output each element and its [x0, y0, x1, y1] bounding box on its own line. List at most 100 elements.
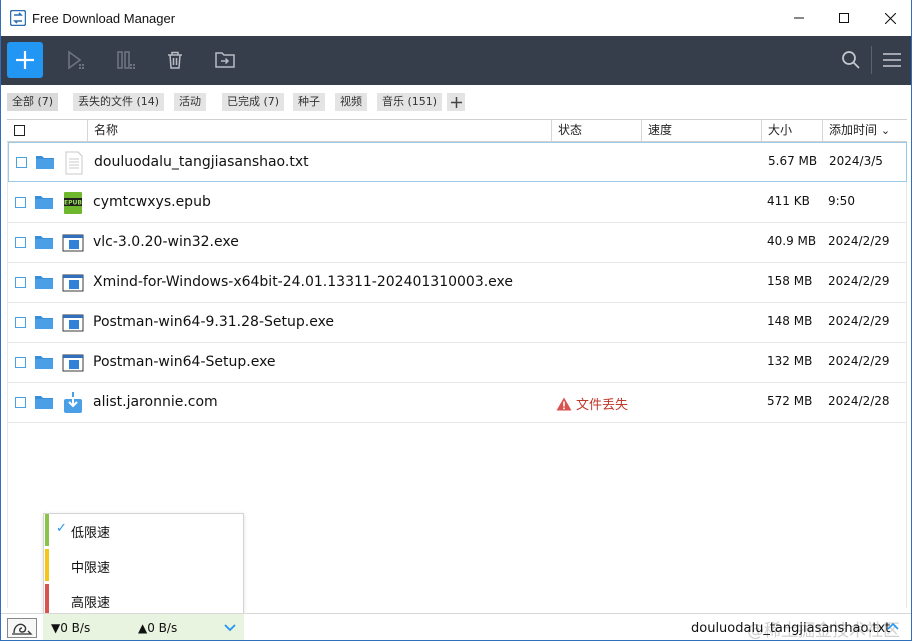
file-name: Postman-win64-9.31.28-Setup.exe	[93, 314, 335, 330]
plus-icon	[450, 96, 462, 108]
title-bar: Free Download Manager	[1, 0, 911, 36]
speed-indicator[interactable]: ▼0 B/s ▲0 B/s	[43, 614, 244, 640]
warning-icon	[556, 397, 572, 410]
speed-limit-high[interactable]: 高限速	[44, 584, 243, 616]
speed-level-indicator	[45, 584, 49, 616]
row-checkbox[interactable]	[15, 317, 26, 328]
open-folder-icon[interactable]	[35, 234, 53, 250]
row-checkbox[interactable]	[15, 397, 26, 408]
tab-torrents[interactable]: 种子	[293, 93, 325, 111]
move-button[interactable]	[207, 42, 243, 78]
app-window: Free Download Manager 全部 (7) 丢失的文件 (14) …	[0, 0, 912, 641]
close-button[interactable]	[867, 0, 911, 36]
speed-level-indicator	[45, 514, 49, 546]
chevron-up-icon[interactable]	[887, 621, 899, 633]
file-name: vlc-3.0.20-win32.exe	[93, 234, 239, 250]
tab-active[interactable]: 活动	[174, 93, 206, 111]
speed-limit-medium[interactable]: 中限速	[44, 549, 243, 581]
tab-completed[interactable]: 已完成 (7)	[222, 93, 285, 111]
minimize-button[interactable]	[776, 0, 822, 36]
add-tab-button[interactable]	[447, 93, 465, 111]
filter-tabs: 全部 (7) 丢失的文件 (14) 活动 已完成 (7) 种子 视频 音乐 (1…	[1, 85, 911, 117]
file-name: Postman-win64-Setup.exe	[93, 354, 276, 370]
open-folder-icon[interactable]	[35, 274, 53, 290]
open-folder-icon[interactable]	[35, 194, 53, 210]
table-row[interactable]: alist.jaronnie.com 文件丢失 572 MB 2024/2/28	[8, 383, 907, 423]
file-size: 40.9 MB	[767, 234, 817, 248]
column-status[interactable]: 状态	[551, 120, 641, 141]
file-size: 411 KB	[767, 194, 810, 208]
toolbar	[1, 36, 911, 85]
file-size: 572 MB	[767, 394, 813, 408]
pause-icon	[117, 51, 135, 69]
date-added: 2024/2/29	[828, 314, 890, 328]
tab-music[interactable]: 音乐 (151)	[377, 93, 443, 111]
file-size: 158 MB	[767, 274, 813, 288]
snail-mode-button[interactable]	[7, 618, 37, 638]
row-checkbox[interactable]	[15, 357, 26, 368]
table-row[interactable]: Xmind-for-Windows-x64bit-24.01.13311-202…	[8, 263, 907, 303]
upload-speed: ▲0 B/s	[138, 621, 178, 635]
window-title: Free Download Manager	[32, 11, 176, 26]
current-file-name: douluodalu_tangjiasanshao.txt	[691, 621, 891, 636]
file-size: 5.67 MB	[768, 154, 818, 168]
date-added: 2024/3/5	[829, 154, 883, 168]
column-speed[interactable]: 速度	[641, 120, 761, 141]
table-row[interactable]: Postman-win64-9.31.28-Setup.exe 148 MB 2…	[8, 303, 907, 343]
speed-limit-low[interactable]: ✓ 低限速	[44, 514, 243, 546]
delete-button[interactable]	[157, 42, 193, 78]
tab-missing[interactable]: 丢失的文件 (14)	[73, 93, 165, 111]
open-folder-icon[interactable]	[35, 314, 53, 330]
table-row[interactable]: EPUB cymtcwxys.epub 411 KB 9:50	[8, 183, 907, 223]
start-button[interactable]	[58, 42, 94, 78]
exe-file-icon	[62, 354, 84, 372]
add-download-button[interactable]	[7, 42, 43, 78]
table-row[interactable]: douluodalu_tangjiasanshao.txt 5.67 MB 20…	[8, 142, 907, 182]
tab-videos[interactable]: 视频	[335, 93, 367, 111]
table-row[interactable]: Postman-win64-Setup.exe 132 MB 2024/2/29	[8, 343, 907, 383]
folder-move-icon	[215, 52, 235, 68]
row-checkbox[interactable]	[15, 277, 26, 288]
minimize-icon	[794, 17, 804, 19]
open-folder-icon[interactable]	[35, 354, 53, 370]
exe-file-icon	[62, 274, 84, 292]
close-icon	[884, 12, 896, 24]
date-added: 2024/2/29	[828, 234, 890, 248]
table-row[interactable]: vlc-3.0.20-win32.exe 40.9 MB 2024/2/29	[8, 223, 907, 263]
sort-descending-icon: ⌄	[880, 124, 891, 137]
row-checkbox[interactable]	[15, 237, 26, 248]
row-checkbox[interactable]	[15, 197, 26, 208]
file-size: 132 MB	[767, 354, 813, 368]
tab-all[interactable]: 全部 (7)	[7, 93, 59, 111]
pause-button[interactable]	[108, 42, 144, 78]
select-all-checkbox[interactable]	[14, 125, 25, 136]
snail-icon	[12, 623, 33, 635]
text-file-icon	[65, 151, 83, 175]
file-name: alist.jaronnie.com	[93, 394, 218, 410]
status-text: 文件丢失	[576, 398, 629, 413]
date-added: 9:50	[828, 194, 855, 208]
download-file-icon	[64, 392, 82, 413]
checkmark-icon: ✓	[56, 521, 67, 536]
maximize-icon	[839, 13, 849, 23]
exe-file-icon	[62, 234, 84, 252]
search-icon	[842, 51, 860, 69]
search-button[interactable]	[833, 42, 869, 78]
column-added[interactable]: 添加时间 ⌄	[822, 120, 907, 141]
play-icon	[68, 50, 84, 70]
file-name: cymtcwxys.epub	[93, 194, 211, 210]
row-checkbox[interactable]	[16, 157, 27, 168]
status-bar: ▼0 B/s ▲0 B/s @稀土掘金技术社区 douluodalu_tangj…	[1, 613, 911, 640]
table-header: 名称 状态 速度 大小 添加时间 ⌄	[7, 119, 907, 142]
main-menu-button[interactable]	[874, 42, 910, 78]
trash-icon	[168, 51, 182, 69]
open-folder-icon[interactable]	[36, 154, 54, 170]
open-folder-icon[interactable]	[35, 394, 53, 410]
maximize-button[interactable]	[821, 0, 867, 36]
column-size[interactable]: 大小	[761, 120, 822, 141]
toolbar-separator	[871, 46, 872, 74]
date-added: 2024/2/29	[828, 274, 890, 288]
hamburger-menu-icon	[883, 53, 901, 67]
column-name[interactable]: 名称	[87, 120, 551, 141]
svg-text:EPUB: EPUB	[64, 200, 82, 207]
